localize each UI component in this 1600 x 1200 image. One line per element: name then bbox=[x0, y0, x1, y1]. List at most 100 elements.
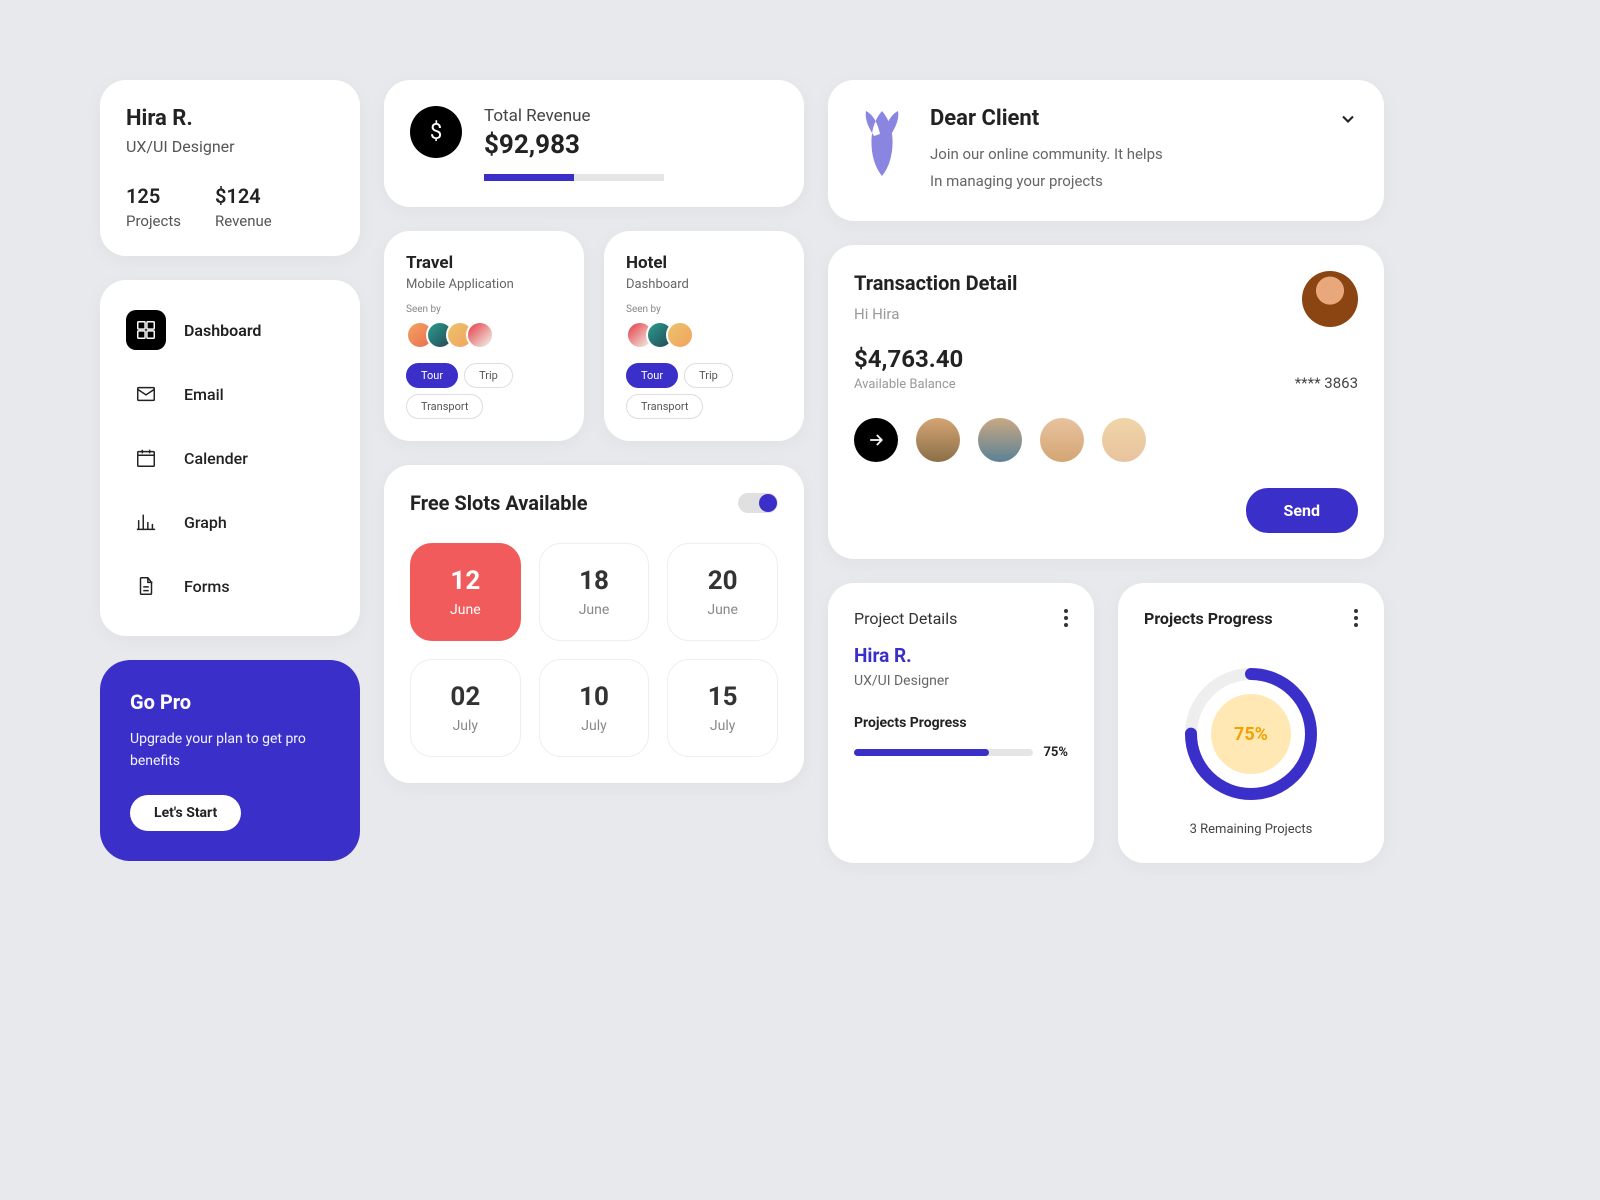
tx-amount: $4,763.40 bbox=[854, 345, 963, 373]
cat-sub: Dashboard bbox=[626, 277, 782, 292]
send-button[interactable]: Send bbox=[1246, 488, 1358, 533]
calendar-icon bbox=[126, 438, 166, 478]
dashboard-icon bbox=[126, 310, 166, 350]
tag-transport[interactable]: Transport bbox=[406, 394, 483, 419]
chevron-down-icon[interactable] bbox=[1338, 109, 1358, 129]
contact-avatar[interactable] bbox=[916, 418, 960, 462]
gopro-card: Go Pro Upgrade your plan to get pro bene… bbox=[100, 660, 360, 861]
nav-calendar[interactable]: Calender bbox=[118, 426, 342, 490]
cat-seen: Seen by bbox=[406, 304, 562, 315]
nav-label: Email bbox=[184, 385, 224, 404]
slot-item[interactable]: 10 July bbox=[539, 659, 650, 757]
pp-title: Projects Progress bbox=[1144, 609, 1273, 628]
profile-role: UX/UI Designer bbox=[126, 137, 334, 156]
nav-label: Forms bbox=[184, 577, 230, 596]
slot-day: 15 bbox=[668, 682, 777, 712]
tx-balance-label: Available Balance bbox=[854, 377, 963, 392]
client-card: Dear Client Join our online community. I… bbox=[828, 80, 1384, 221]
slot-day: 10 bbox=[540, 682, 649, 712]
revenue-label: Revenue bbox=[215, 212, 272, 230]
nav-label: Calender bbox=[184, 449, 248, 468]
tag-tour[interactable]: Tour bbox=[406, 363, 458, 388]
tag-trip[interactable]: Trip bbox=[684, 363, 733, 388]
nav-label: Graph bbox=[184, 513, 227, 532]
projects-label: Projects bbox=[126, 212, 181, 230]
profile-name: Hira R. bbox=[126, 106, 334, 131]
ring-percent: 75% bbox=[1234, 724, 1268, 745]
tx-greeting: Hi Hira bbox=[854, 305, 1017, 323]
add-contact-button[interactable] bbox=[854, 418, 898, 462]
tag-trip[interactable]: Trip bbox=[464, 363, 513, 388]
progress-ring: 75% bbox=[1181, 664, 1321, 804]
contact-avatar[interactable] bbox=[1102, 418, 1146, 462]
nav-dashboard[interactable]: Dashboard bbox=[118, 298, 342, 362]
tx-card-number: **** 3863 bbox=[1295, 374, 1358, 392]
pd-progress-bar bbox=[854, 749, 1033, 756]
pd-progress-label: Projects Progress bbox=[854, 715, 1068, 731]
projects-progress-card: Projects Progress 75% 3 Remaining Projec… bbox=[1118, 583, 1384, 863]
cat-title: Travel bbox=[406, 253, 562, 273]
nav-graph[interactable]: Graph bbox=[118, 490, 342, 554]
pd-title: Project Details bbox=[854, 609, 957, 628]
more-icon[interactable] bbox=[1354, 609, 1358, 648]
graph-icon bbox=[126, 502, 166, 542]
nav-card: Dashboard Email Calender Graph Forms bbox=[100, 280, 360, 636]
travel-card[interactable]: Travel Mobile Application Seen by Tour T… bbox=[384, 231, 584, 441]
slot-month: June bbox=[668, 602, 777, 618]
project-details-card: Project Details Hira R. UX/UI Designer P… bbox=[828, 583, 1094, 863]
slot-item[interactable]: 20 June bbox=[667, 543, 778, 641]
email-icon bbox=[126, 374, 166, 414]
transaction-card: Transaction Detail Hi Hira $4,763.40 Ava… bbox=[828, 245, 1384, 559]
leaf-icon bbox=[854, 106, 910, 182]
projects-count: 125 bbox=[126, 184, 181, 208]
revenue-card: $ Total Revenue $92,983 bbox=[384, 80, 804, 207]
slot-item[interactable]: 12 June bbox=[410, 543, 521, 641]
dollar-icon: $ bbox=[410, 106, 462, 158]
avatar-group bbox=[626, 321, 782, 349]
revenue-count: $124 bbox=[215, 184, 272, 208]
avatar bbox=[466, 321, 494, 349]
nav-forms[interactable]: Forms bbox=[118, 554, 342, 618]
slot-item[interactable]: 02 July bbox=[410, 659, 521, 757]
avatar-group bbox=[406, 321, 562, 349]
cat-sub: Mobile Application bbox=[406, 277, 562, 292]
gopro-desc: Upgrade your plan to get pro benefits bbox=[130, 728, 330, 773]
pd-role: UX/UI Designer bbox=[854, 673, 1068, 689]
slot-day: 18 bbox=[540, 566, 649, 596]
pd-percent: 75% bbox=[1043, 745, 1068, 760]
pd-name: Hira R. bbox=[854, 644, 1068, 667]
slots-toggle[interactable] bbox=[738, 493, 778, 513]
contact-avatar[interactable] bbox=[1040, 418, 1084, 462]
profile-card: Hira R. UX/UI Designer 125 Projects $124… bbox=[100, 80, 360, 256]
slot-day: 12 bbox=[411, 566, 520, 596]
client-title: Dear Client bbox=[930, 106, 1039, 131]
tx-title: Transaction Detail bbox=[854, 271, 1017, 295]
slot-item[interactable]: 15 July bbox=[667, 659, 778, 757]
tag-transport[interactable]: Transport bbox=[626, 394, 703, 419]
slots-title: Free Slots Available bbox=[410, 491, 588, 515]
slot-month: July bbox=[411, 718, 520, 734]
arrow-right-icon bbox=[866, 430, 886, 450]
gopro-button[interactable]: Let's Start bbox=[130, 795, 241, 831]
forms-icon bbox=[126, 566, 166, 606]
tag-tour[interactable]: Tour bbox=[626, 363, 678, 388]
hotel-card[interactable]: Hotel Dashboard Seen by Tour Trip Transp… bbox=[604, 231, 804, 441]
slot-item[interactable]: 18 June bbox=[539, 543, 650, 641]
avatar bbox=[666, 321, 694, 349]
cat-seen: Seen by bbox=[626, 304, 782, 315]
slots-card: Free Slots Available 12 June 18 June 20 … bbox=[384, 465, 804, 783]
slot-month: June bbox=[540, 602, 649, 618]
slot-month: July bbox=[540, 718, 649, 734]
revenue-amount: $92,983 bbox=[484, 130, 664, 160]
user-avatar[interactable] bbox=[1302, 271, 1358, 327]
slot-day: 02 bbox=[411, 682, 520, 712]
more-icon[interactable] bbox=[1064, 609, 1068, 628]
slot-month: June bbox=[411, 602, 520, 618]
slot-day: 20 bbox=[668, 566, 777, 596]
contact-avatar[interactable] bbox=[978, 418, 1022, 462]
pp-remaining: 3 Remaining Projects bbox=[1144, 822, 1358, 837]
nav-email[interactable]: Email bbox=[118, 362, 342, 426]
cat-title: Hotel bbox=[626, 253, 782, 273]
client-desc-2: In managing your projects bbox=[930, 168, 1358, 195]
revenue-label: Total Revenue bbox=[484, 106, 664, 126]
